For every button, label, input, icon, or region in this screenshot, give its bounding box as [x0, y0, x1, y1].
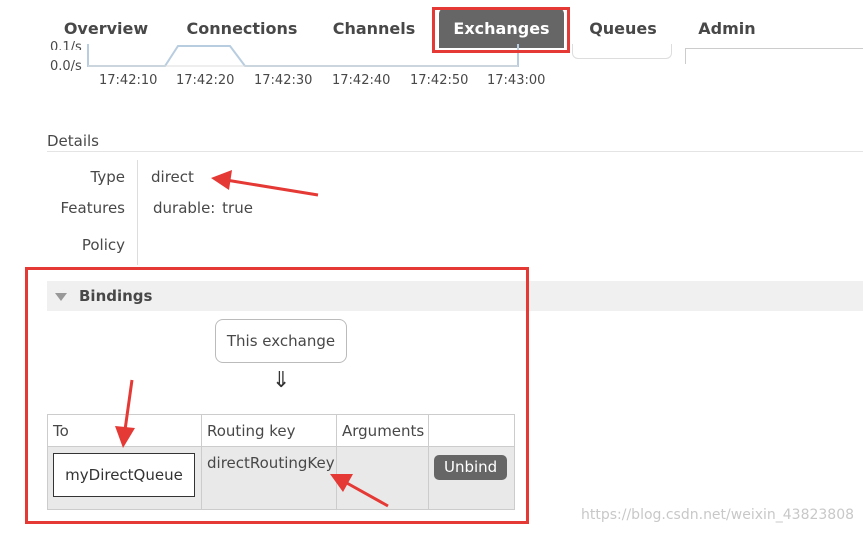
arrowhead-icon	[211, 170, 232, 190]
features-label: Features	[60, 199, 126, 217]
chart-x-label: 17:42:30	[254, 73, 313, 88]
details-heading: Details	[47, 132, 100, 150]
details-divider	[47, 151, 863, 152]
chart-x-label: 17:42:20	[176, 73, 235, 88]
chart-x-label: 17:42:40	[332, 73, 391, 88]
tab-queues[interactable]: Queues	[585, 8, 661, 48]
type-label: Type	[90, 168, 125, 186]
features-durable-value: true	[222, 199, 253, 217]
features-key: durable:	[153, 199, 216, 217]
tab-channels[interactable]: Channels	[328, 8, 420, 48]
chart-x-label: 17:42:10	[99, 73, 158, 88]
chart-x-label: 17:43:00	[487, 73, 546, 88]
tabs-divider	[685, 48, 863, 49]
tabs-divider-vertical	[685, 48, 686, 64]
details-column-divider	[137, 160, 138, 265]
annotation-box-bindings	[25, 267, 529, 524]
tab-connections[interactable]: Connections	[183, 8, 301, 48]
features-value: durable: true	[153, 199, 253, 217]
annotation-box-exchanges-tab	[432, 7, 570, 53]
type-value: direct	[151, 168, 194, 186]
policy-label: Policy	[81, 236, 125, 254]
tab-admin[interactable]: Admin	[693, 8, 761, 48]
chart-x-label: 17:42:50	[410, 73, 469, 88]
chart-legend-box	[572, 44, 672, 59]
annotation-arrow-type	[225, 178, 319, 197]
watermark-text: https://blog.csdn.net/weixin_43823808	[581, 507, 855, 523]
